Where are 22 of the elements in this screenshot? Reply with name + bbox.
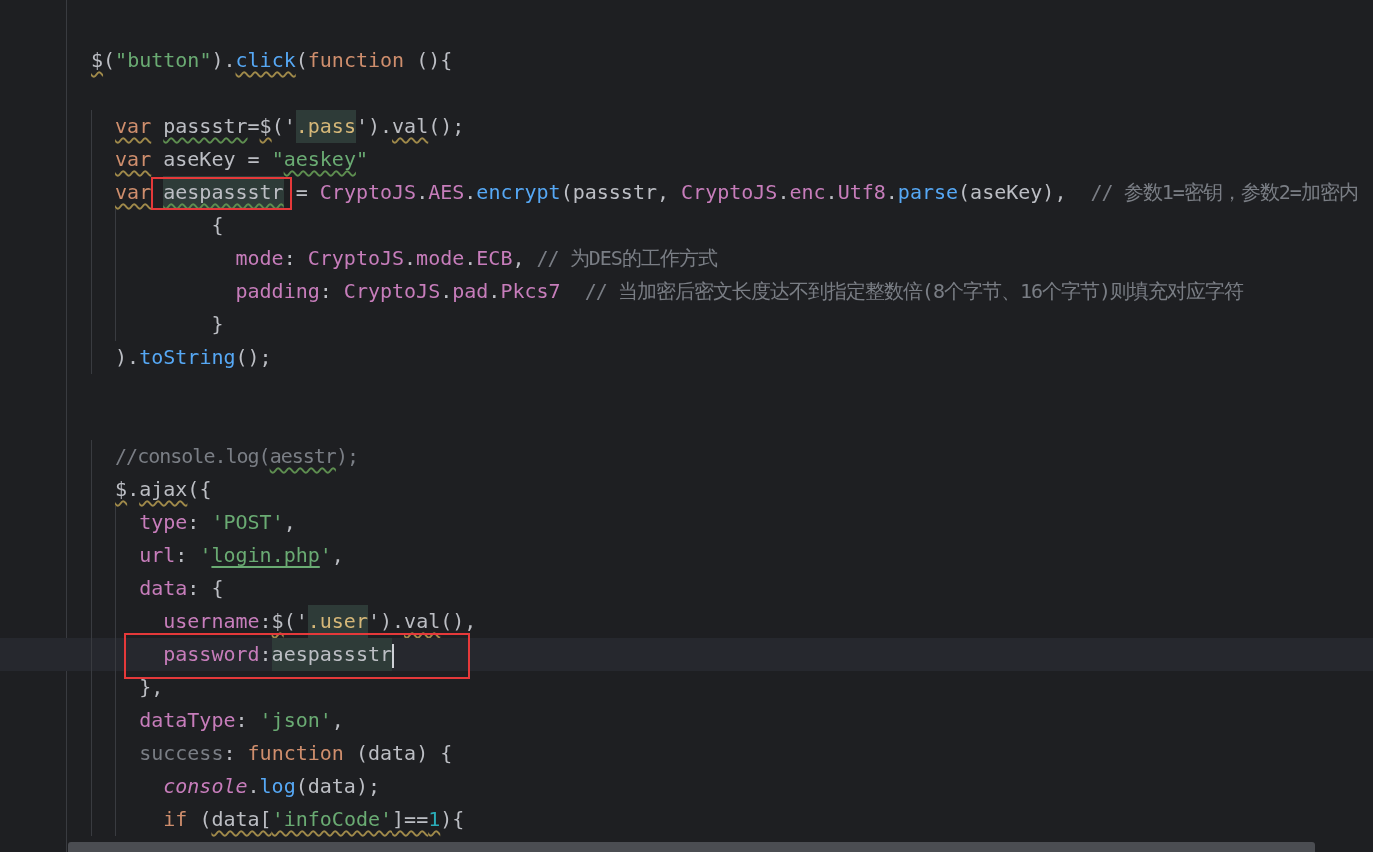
- code-line: var aseKey = "aeskey": [115, 146, 368, 173]
- code-line: padding: CryptoJS.pad.Pkcs7 // 当加密后密文长度达不到指定整数倍(8个字节、16个字节)则填充对应字符: [235, 278, 1244, 305]
- code-comment: //console.log(aesstr);: [115, 443, 358, 470]
- scrollbar[interactable]: [68, 842, 1315, 852]
- code-line: },: [139, 674, 164, 701]
- code-line: var passstr=$('.pass').val();: [115, 110, 465, 143]
- code-line: $.ajax({: [115, 476, 212, 503]
- code-line: mode: CryptoJS.mode.ECB, // 为DES的工作方式: [235, 245, 717, 272]
- code-line: }: [211, 311, 224, 338]
- code-line: console.log(data);: [163, 773, 380, 800]
- code-line: url: 'login.php',: [139, 542, 344, 569]
- code-line: type: 'POST',: [139, 509, 296, 536]
- code-line: password:aespassstr: [163, 638, 393, 671]
- code-line: ).toString();: [115, 344, 272, 371]
- code-line: username:$('.user').val(),: [163, 605, 477, 638]
- code-line: if (data['infoCode']==1){: [163, 806, 465, 833]
- code-line: data: {: [139, 575, 224, 602]
- code-line: $("button").click(function (){: [91, 47, 453, 74]
- code-line: success: function (data) {: [139, 740, 453, 767]
- code-line: dataType: 'json',: [139, 707, 344, 734]
- code-line: {: [211, 212, 224, 239]
- code-line: var aespassstr = CryptoJS.AES.encrypt(passstr, CryptoJS.enc.Utf8.parse(aseKey), // 参数1=密钥，参数2=加密内: [115, 176, 1358, 209]
